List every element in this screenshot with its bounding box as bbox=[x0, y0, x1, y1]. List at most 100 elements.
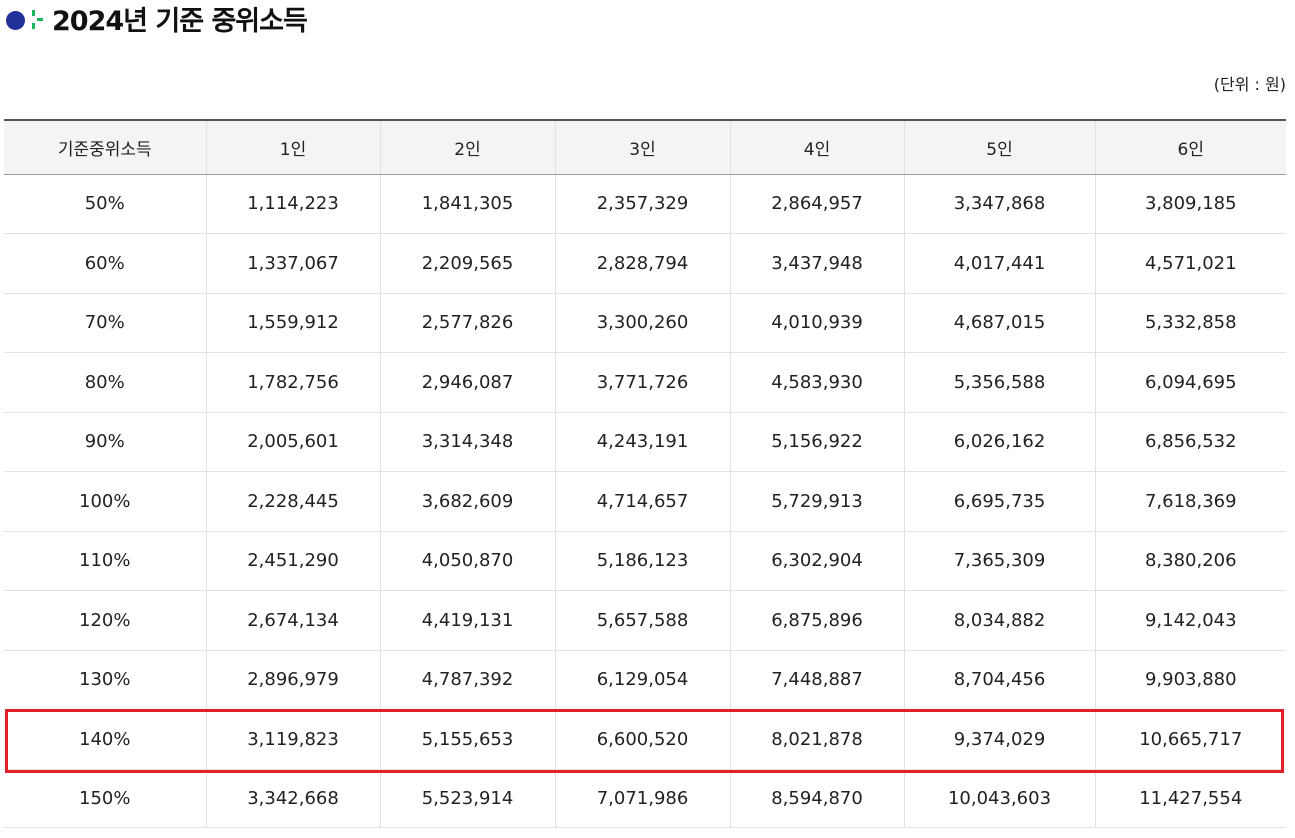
table-cell: 8,021,878 bbox=[729, 709, 904, 770]
header-cell: 2인 bbox=[379, 119, 555, 175]
table-cell: 7,618,369 bbox=[1094, 471, 1286, 532]
table-cell: 4,787,392 bbox=[379, 650, 555, 710]
bullet-logo-icon bbox=[6, 6, 46, 30]
table-row: 80% 1,782,756 2,946,087 3,771,726 4,583,… bbox=[4, 352, 1286, 413]
table-cell: 3,347,868 bbox=[903, 174, 1095, 234]
table-cell: 3,437,948 bbox=[729, 233, 904, 294]
table-row: 60% 1,337,067 2,209,565 2,828,794 3,437,… bbox=[4, 233, 1286, 294]
unit-label: (단위 : 원) bbox=[1213, 75, 1286, 94]
table-cell: 150% bbox=[4, 769, 206, 828]
table-cell: 6,302,904 bbox=[729, 531, 904, 591]
table-row: 70% 1,559,912 2,577,826 3,300,260 4,010,… bbox=[4, 293, 1286, 353]
table-cell: 7,071,986 bbox=[554, 769, 730, 828]
table-cell: 9,374,029 bbox=[903, 709, 1095, 770]
table-cell: 5,332,858 bbox=[1094, 293, 1286, 353]
table-cell: 7,365,309 bbox=[903, 531, 1095, 591]
table-cell: 2,828,794 bbox=[554, 233, 730, 294]
table-cell: 6,600,520 bbox=[554, 709, 730, 770]
table-cell: 2,451,290 bbox=[205, 531, 380, 591]
table-cell: 5,657,588 bbox=[554, 590, 730, 651]
table-cell: 6,129,054 bbox=[554, 650, 730, 710]
table-cell: 1,782,756 bbox=[205, 352, 380, 413]
table-cell: 6,094,695 bbox=[1094, 352, 1286, 413]
table-cell: 120% bbox=[4, 590, 206, 651]
table-cell: 5,155,653 bbox=[379, 709, 555, 770]
table-cell: 3,300,260 bbox=[554, 293, 730, 353]
table-cell: 4,419,131 bbox=[379, 590, 555, 651]
table-cell: 1,559,912 bbox=[205, 293, 380, 353]
table-cell: 3,342,668 bbox=[205, 769, 380, 828]
table-row: 130% 2,896,979 4,787,392 6,129,054 7,448… bbox=[4, 650, 1286, 710]
table-row: 90% 2,005,601 3,314,348 4,243,191 5,156,… bbox=[4, 412, 1286, 472]
table-cell: 2,357,329 bbox=[554, 174, 730, 234]
table-cell: 1,114,223 bbox=[205, 174, 380, 234]
table-cell: 4,017,441 bbox=[903, 233, 1095, 294]
table-cell: 7,448,887 bbox=[729, 650, 904, 710]
table-cell: 2,946,087 bbox=[379, 352, 555, 413]
table-cell: 4,714,657 bbox=[554, 471, 730, 532]
median-income-table: 기준중위소득 1인 2인 3인 4인 5인 6인 50% 1,114,223 1… bbox=[4, 119, 1286, 828]
table-row: 110% 2,451,290 4,050,870 5,186,123 6,302… bbox=[4, 531, 1286, 591]
table-cell: 130% bbox=[4, 650, 206, 710]
table-cell: 4,243,191 bbox=[554, 412, 730, 472]
table-cell: 5,356,588 bbox=[903, 352, 1095, 413]
table-cell: 1,841,305 bbox=[379, 174, 555, 234]
table-cell: 5,186,123 bbox=[554, 531, 730, 591]
header-cell: 6인 bbox=[1094, 119, 1286, 175]
header-cell: 5인 bbox=[903, 119, 1095, 175]
table-cell: 2,896,979 bbox=[205, 650, 380, 710]
table-cell: 10,043,603 bbox=[903, 769, 1095, 828]
table-cell: 2,864,957 bbox=[729, 174, 904, 234]
table-cell: 3,771,726 bbox=[554, 352, 730, 413]
table-cell: 9,903,880 bbox=[1094, 650, 1286, 710]
header-cell: 1인 bbox=[205, 119, 380, 175]
table-cell: 5,156,922 bbox=[729, 412, 904, 472]
table-cell: 70% bbox=[4, 293, 206, 353]
table-cell: 2,674,134 bbox=[205, 590, 380, 651]
table-header-row: 기준중위소득 1인 2인 3인 4인 5인 6인 bbox=[4, 119, 1286, 175]
table-cell: 8,594,870 bbox=[729, 769, 904, 828]
table-cell: 3,682,609 bbox=[379, 471, 555, 532]
table-cell: 8,380,206 bbox=[1094, 531, 1286, 591]
table-cell: 4,050,870 bbox=[379, 531, 555, 591]
header-cell: 3인 bbox=[554, 119, 730, 175]
table-cell: 110% bbox=[4, 531, 206, 591]
table-cell: 6,695,735 bbox=[903, 471, 1095, 532]
header-cell: 4인 bbox=[729, 119, 904, 175]
table-cell: 5,729,913 bbox=[729, 471, 904, 532]
table-cell: 100% bbox=[4, 471, 206, 532]
table-cell: 8,704,456 bbox=[903, 650, 1095, 710]
table-cell: 6,856,532 bbox=[1094, 412, 1286, 472]
header-cell: 기준중위소득 bbox=[4, 119, 206, 175]
table-row: 50% 1,114,223 1,841,305 2,357,329 2,864,… bbox=[4, 174, 1286, 234]
table-cell: 80% bbox=[4, 352, 206, 413]
table-cell: 60% bbox=[4, 233, 206, 294]
table-cell: 3,119,823 bbox=[205, 709, 380, 770]
table-cell: 3,809,185 bbox=[1094, 174, 1286, 234]
page-title-block: 2024년 기준 중위소득 bbox=[6, 0, 308, 37]
table-row: 150% 3,342,668 5,523,914 7,071,986 8,594… bbox=[4, 769, 1286, 828]
table-cell: 1,337,067 bbox=[205, 233, 380, 294]
table-cell: 2,577,826 bbox=[379, 293, 555, 353]
table-cell: 2,209,565 bbox=[379, 233, 555, 294]
table-cell: 140% bbox=[4, 709, 206, 770]
table-cell: 5,523,914 bbox=[379, 769, 555, 828]
table-cell: 90% bbox=[4, 412, 206, 472]
table-cell: 50% bbox=[4, 174, 206, 234]
table-cell: 4,010,939 bbox=[729, 293, 904, 353]
table-cell: 9,142,043 bbox=[1094, 590, 1286, 651]
table-cell: 4,583,930 bbox=[729, 352, 904, 413]
table-cell: 2,228,445 bbox=[205, 471, 380, 532]
table-row-highlighted: 140% 3,119,823 5,155,653 6,600,520 8,021… bbox=[4, 709, 1286, 770]
table-cell: 11,427,554 bbox=[1094, 769, 1286, 828]
table-cell: 6,875,896 bbox=[729, 590, 904, 651]
table-cell: 10,665,717 bbox=[1094, 709, 1286, 770]
table-cell: 2,005,601 bbox=[205, 412, 380, 472]
table-cell: 3,314,348 bbox=[379, 412, 555, 472]
table-cell: 8,034,882 bbox=[903, 590, 1095, 651]
table-row: 120% 2,674,134 4,419,131 5,657,588 6,875… bbox=[4, 590, 1286, 651]
table-cell: 6,026,162 bbox=[903, 412, 1095, 472]
page-title: 2024년 기준 중위소득 bbox=[52, 5, 308, 37]
table-cell: 4,687,015 bbox=[903, 293, 1095, 353]
table-row: 100% 2,228,445 3,682,609 4,714,657 5,729… bbox=[4, 471, 1286, 532]
